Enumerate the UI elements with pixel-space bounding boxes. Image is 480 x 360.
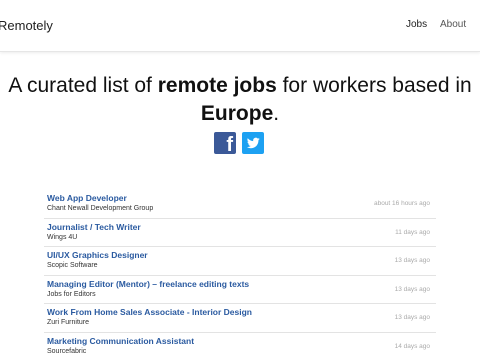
twitter-icon (246, 137, 260, 149)
job-title-link[interactable]: Marketing Communication Assistant (47, 336, 194, 346)
job-company: Zuri Furniture (47, 319, 90, 326)
page-headline: A curated list of remote jobs for worker… (0, 72, 480, 128)
job-list-item[interactable]: Work From Home Sales Associate - Interio… (44, 304, 436, 333)
job-title-link[interactable]: Web App Developer (47, 193, 127, 203)
job-list-item[interactable]: UI/UX Graphics Designer Scopic Software … (44, 247, 436, 276)
job-posted-time: 13 days ago (394, 314, 430, 321)
navbar: Remotely Jobs About (0, 0, 480, 52)
job-list-item[interactable]: Web App Developer Chant Newall Developme… (44, 190, 436, 219)
facebook-icon: f (226, 134, 233, 156)
job-posted-time: 13 days ago (394, 257, 430, 264)
headline-emphasis-europe: Europe (200, 102, 274, 125)
nav-link-jobs[interactable]: Jobs (406, 19, 427, 30)
job-title-link[interactable]: Managing Editor (Mentor) – freelance edi… (47, 279, 249, 289)
job-list-item[interactable]: Marketing Communication Assistant Source… (44, 333, 436, 360)
job-title-link[interactable]: Journalist / Tech Writer (47, 222, 141, 232)
job-list-item[interactable]: Journalist / Tech Writer Wings 4U 11 day… (44, 219, 436, 247)
headline-text-3: . (273, 102, 280, 125)
facebook-share-button[interactable]: f (214, 132, 236, 156)
job-company: Sourcefabric (47, 347, 87, 355)
job-title-link[interactable]: UI/UX Graphics Designer (47, 250, 148, 260)
job-posted-time: about 16 hours ago (373, 200, 430, 207)
job-company: Wings 4U (47, 233, 78, 241)
job-list: Web App Developer Chant Newall Developme… (44, 190, 436, 360)
headline-text-2: for workers based in (276, 74, 472, 97)
headline-emphasis-remote-jobs: remote jobs (157, 74, 277, 97)
job-company: Scopic Software (47, 262, 98, 269)
job-company: Jobs for Editors (47, 290, 96, 298)
job-posted-time: 14 days ago (394, 342, 430, 350)
twitter-share-button[interactable] (242, 132, 264, 154)
brand-logo-link[interactable]: Remotely (0, 18, 53, 33)
nav-link-about[interactable]: About (440, 19, 466, 30)
job-posted-time: 13 days ago (394, 285, 430, 293)
job-title-link[interactable]: Work From Home Sales Associate - Interio… (47, 307, 252, 317)
job-list-item[interactable]: Managing Editor (Mentor) – freelance edi… (44, 276, 436, 304)
job-posted-time: 11 days ago (395, 228, 430, 236)
job-company: Chant Newall Development Group (47, 205, 154, 212)
headline-text-1: A curated list of (8, 74, 158, 97)
